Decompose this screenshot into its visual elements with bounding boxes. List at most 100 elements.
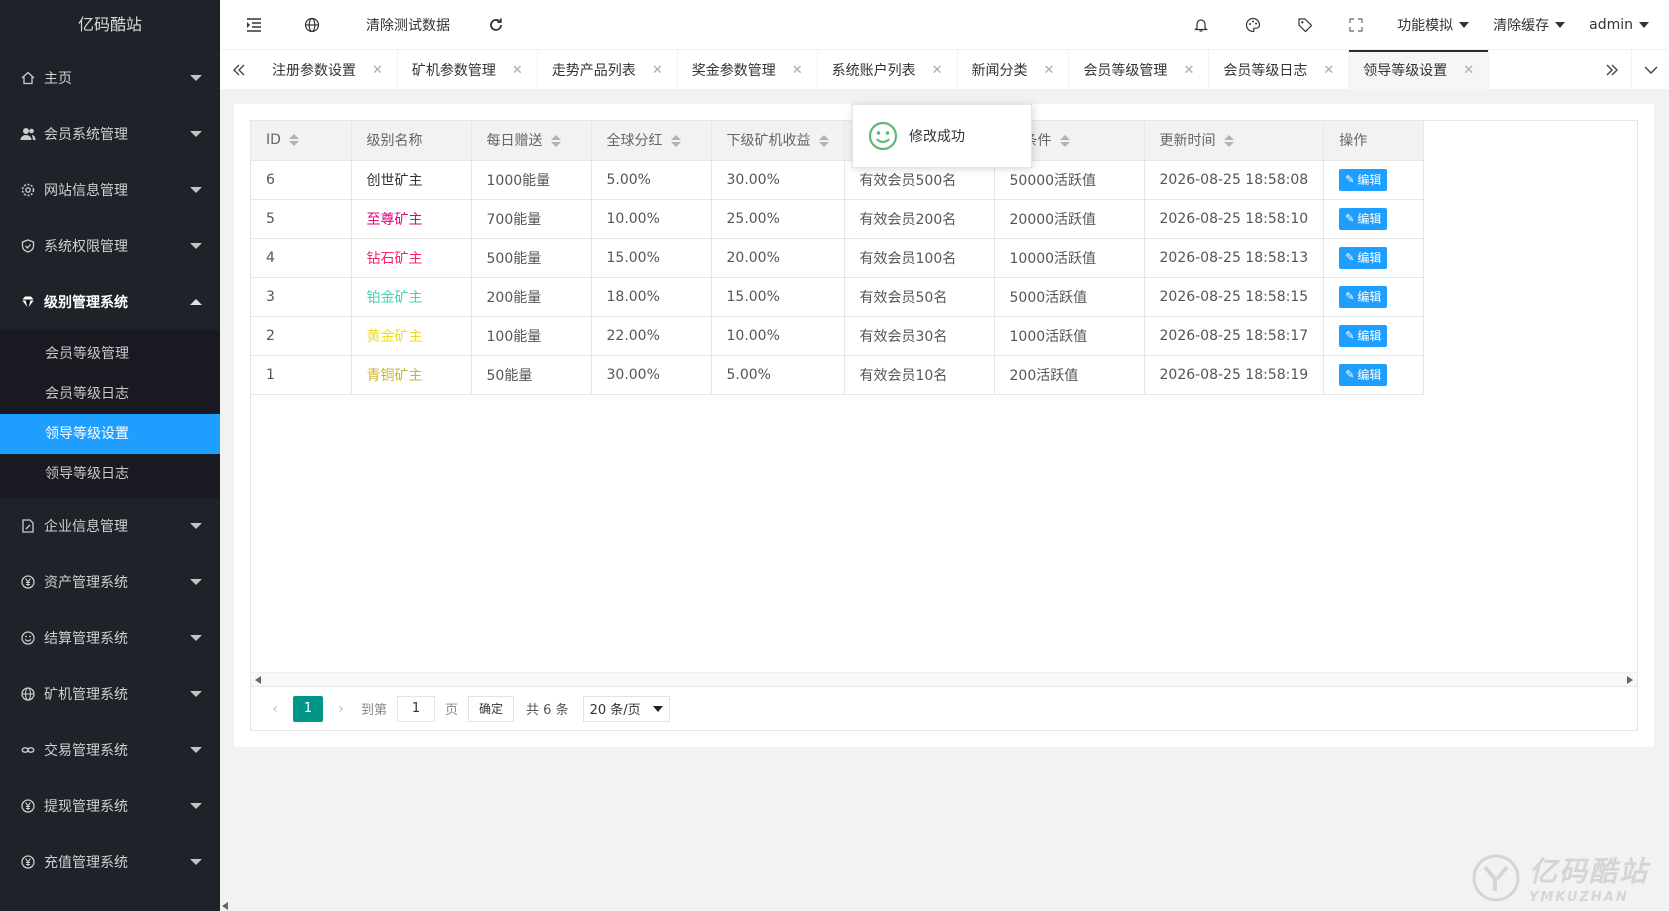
sidebar-item-11[interactable]: 充值管理系统 bbox=[0, 834, 220, 890]
palette-icon[interactable] bbox=[1227, 0, 1279, 50]
bell-icon[interactable] bbox=[1175, 0, 1227, 50]
menu-toggle-icon[interactable] bbox=[220, 0, 280, 50]
column-header-label: ID bbox=[266, 132, 281, 149]
next-page-icon[interactable]: › bbox=[327, 701, 355, 717]
table-horizontal-scrollbar[interactable] bbox=[251, 672, 1637, 686]
sidebar-item-label: 网站信息管理 bbox=[44, 183, 128, 199]
submenu-item-0[interactable]: 会员等级管理 bbox=[0, 334, 220, 374]
watermark-en: YMKUZHAN bbox=[1528, 890, 1629, 905]
close-icon[interactable]: ✕ bbox=[792, 63, 803, 78]
tab-label: 矿机参数管理 bbox=[411, 63, 496, 79]
column-header[interactable]: 更新时间 bbox=[1144, 121, 1325, 161]
globe-icon[interactable] bbox=[280, 0, 344, 50]
sidebar-item-7[interactable]: 结算管理系统 bbox=[0, 610, 220, 666]
close-icon[interactable]: ✕ bbox=[932, 63, 943, 78]
page-size-value: 20 条/页 bbox=[589, 703, 641, 718]
edit-button[interactable]: ✎ 编辑 bbox=[1339, 246, 1388, 269]
tab-3[interactable]: 奖金参数管理 ✕ bbox=[678, 50, 818, 90]
leader-level-table: ID级别名称每日赠送全球分红下级矿机收益晋级人数入条件更新时间操作 6创世矿主1… bbox=[251, 121, 1425, 395]
column-header[interactable]: ID bbox=[251, 121, 352, 161]
chevron-down-icon bbox=[190, 187, 202, 193]
page-horizontal-scrollbar[interactable] bbox=[220, 901, 1669, 911]
clear-test-data-button[interactable]: 清除测试数据 bbox=[344, 0, 472, 50]
tabs-prev-icon[interactable] bbox=[220, 50, 258, 90]
tab-6[interactable]: 会员等级管理 ✕ bbox=[1069, 50, 1210, 90]
prev-page-icon[interactable]: ‹ bbox=[261, 701, 289, 717]
column-header[interactable]: 下级矿机收益 bbox=[711, 121, 845, 161]
sidebar-item-9[interactable]: 交易管理系统 bbox=[0, 722, 220, 778]
sort-icon[interactable] bbox=[818, 135, 829, 148]
tabs-menu-icon[interactable] bbox=[1631, 50, 1669, 90]
sidebar-item-6[interactable]: 资产管理系统 bbox=[0, 554, 220, 610]
confirm-page-button[interactable]: 确定 bbox=[468, 695, 515, 722]
edit-button[interactable]: ✎ 编辑 bbox=[1339, 363, 1388, 386]
cell-id: 1 bbox=[251, 355, 352, 395]
edit-button[interactable]: ✎ 编辑 bbox=[1339, 207, 1388, 230]
cell-actions: ✎ 编辑 bbox=[1323, 238, 1425, 278]
sort-icon[interactable] bbox=[288, 134, 299, 147]
edit-button[interactable]: ✎ 编辑 bbox=[1339, 285, 1388, 308]
scroll-left-icon[interactable] bbox=[222, 902, 228, 910]
sort-icon[interactable] bbox=[1059, 135, 1070, 148]
chevron-down-icon bbox=[190, 131, 202, 137]
sidebar-item-4[interactable]: 级别管理系统 bbox=[0, 274, 220, 330]
cell-dividend: 5.00% bbox=[591, 160, 712, 200]
tab-2[interactable]: 走势产品列表 ✕ bbox=[538, 50, 678, 90]
tab-0[interactable]: 注册参数设置 ✕ bbox=[258, 50, 398, 90]
cell-name: 至尊矿主 bbox=[351, 199, 472, 239]
tag-icon[interactable] bbox=[1279, 0, 1331, 50]
sidebar-item-5[interactable]: 企业信息管理 bbox=[0, 498, 220, 554]
cell-gift: 100能量 bbox=[471, 316, 592, 356]
close-icon[interactable]: ✕ bbox=[1183, 63, 1194, 78]
user-dropdown[interactable]: admin bbox=[1577, 0, 1669, 50]
tab-4[interactable]: 系统账户列表 ✕ bbox=[818, 50, 958, 90]
tab-7[interactable]: 会员等级日志 ✕ bbox=[1209, 50, 1350, 90]
sidebar-item-10[interactable]: 提现管理系统 bbox=[0, 778, 220, 834]
tabs-next-icon[interactable] bbox=[1593, 50, 1631, 90]
sidebar-item-label: 充值管理系统 bbox=[44, 855, 128, 871]
sidebar-item-2[interactable]: 网站信息管理 bbox=[0, 162, 220, 218]
close-icon[interactable]: ✕ bbox=[512, 63, 523, 78]
refresh-icon[interactable] bbox=[472, 0, 520, 50]
submenu-item-2[interactable]: 领导等级设置 bbox=[0, 414, 220, 454]
page-number-input[interactable]: 1 bbox=[397, 695, 436, 722]
submenu-item-3[interactable]: 领导等级日志 bbox=[0, 454, 220, 494]
close-icon[interactable]: ✕ bbox=[652, 63, 663, 78]
edit-button[interactable]: ✎ 编辑 bbox=[1339, 168, 1388, 191]
sidebar-item-0[interactable]: 主页 bbox=[0, 50, 220, 106]
sidebar-item-label: 提现管理系统 bbox=[44, 799, 128, 815]
column-header[interactable]: 每日赠送 bbox=[471, 121, 592, 161]
feature-sim-dropdown[interactable]: 功能模拟 bbox=[1385, 0, 1481, 50]
main-content: ID级别名称每日赠送全球分红下级矿机收益晋级人数入条件更新时间操作 6创世矿主1… bbox=[220, 90, 1669, 901]
clear-cache-dropdown[interactable]: 清除缓存 bbox=[1481, 0, 1577, 50]
close-icon[interactable]: ✕ bbox=[1463, 63, 1474, 78]
sidebar-item-label: 矿机管理系统 bbox=[44, 687, 128, 703]
scroll-right-icon[interactable] bbox=[1627, 676, 1633, 684]
feature-sim-label: 功能模拟 bbox=[1397, 18, 1454, 34]
chevron-up-icon bbox=[190, 299, 202, 305]
sidebar-item-3[interactable]: 系统权限管理 bbox=[0, 218, 220, 274]
sidebar-item-1[interactable]: 会员系统管理 bbox=[0, 106, 220, 162]
edit-label: 编辑 bbox=[1357, 251, 1382, 265]
edit-button[interactable]: ✎ 编辑 bbox=[1339, 324, 1388, 347]
close-icon[interactable]: ✕ bbox=[1044, 63, 1055, 78]
column-header[interactable]: 全球分红 bbox=[591, 121, 712, 161]
sidebar-item-8[interactable]: 矿机管理系统 bbox=[0, 666, 220, 722]
sort-icon[interactable] bbox=[670, 135, 681, 148]
cell-gift: 50能量 bbox=[471, 355, 592, 395]
pencil-icon: ✎ bbox=[1345, 173, 1355, 186]
tab-8[interactable]: 领导等级设置 ✕ bbox=[1349, 50, 1490, 90]
tab-5[interactable]: 新闻分类 ✕ bbox=[958, 50, 1070, 90]
close-icon[interactable]: ✕ bbox=[372, 63, 383, 78]
table-row: 1 青铜矿主 50能量 30.00% 5.00% 有效会员10名 200活跃值 2026-08… bbox=[251, 355, 1425, 395]
current-page-button[interactable]: 1 bbox=[293, 695, 323, 722]
scroll-left-icon[interactable] bbox=[255, 676, 261, 684]
fullscreen-icon[interactable] bbox=[1331, 0, 1385, 50]
app-logo[interactable]: 亿码酷站 bbox=[0, 0, 220, 50]
sort-icon[interactable] bbox=[1223, 135, 1234, 148]
submenu-item-1[interactable]: 会员等级日志 bbox=[0, 374, 220, 414]
page-size-select[interactable]: 20 条/页 bbox=[582, 695, 670, 722]
sort-icon[interactable] bbox=[550, 135, 561, 148]
close-icon[interactable]: ✕ bbox=[1323, 63, 1334, 78]
tab-1[interactable]: 矿机参数管理 ✕ bbox=[398, 50, 538, 90]
